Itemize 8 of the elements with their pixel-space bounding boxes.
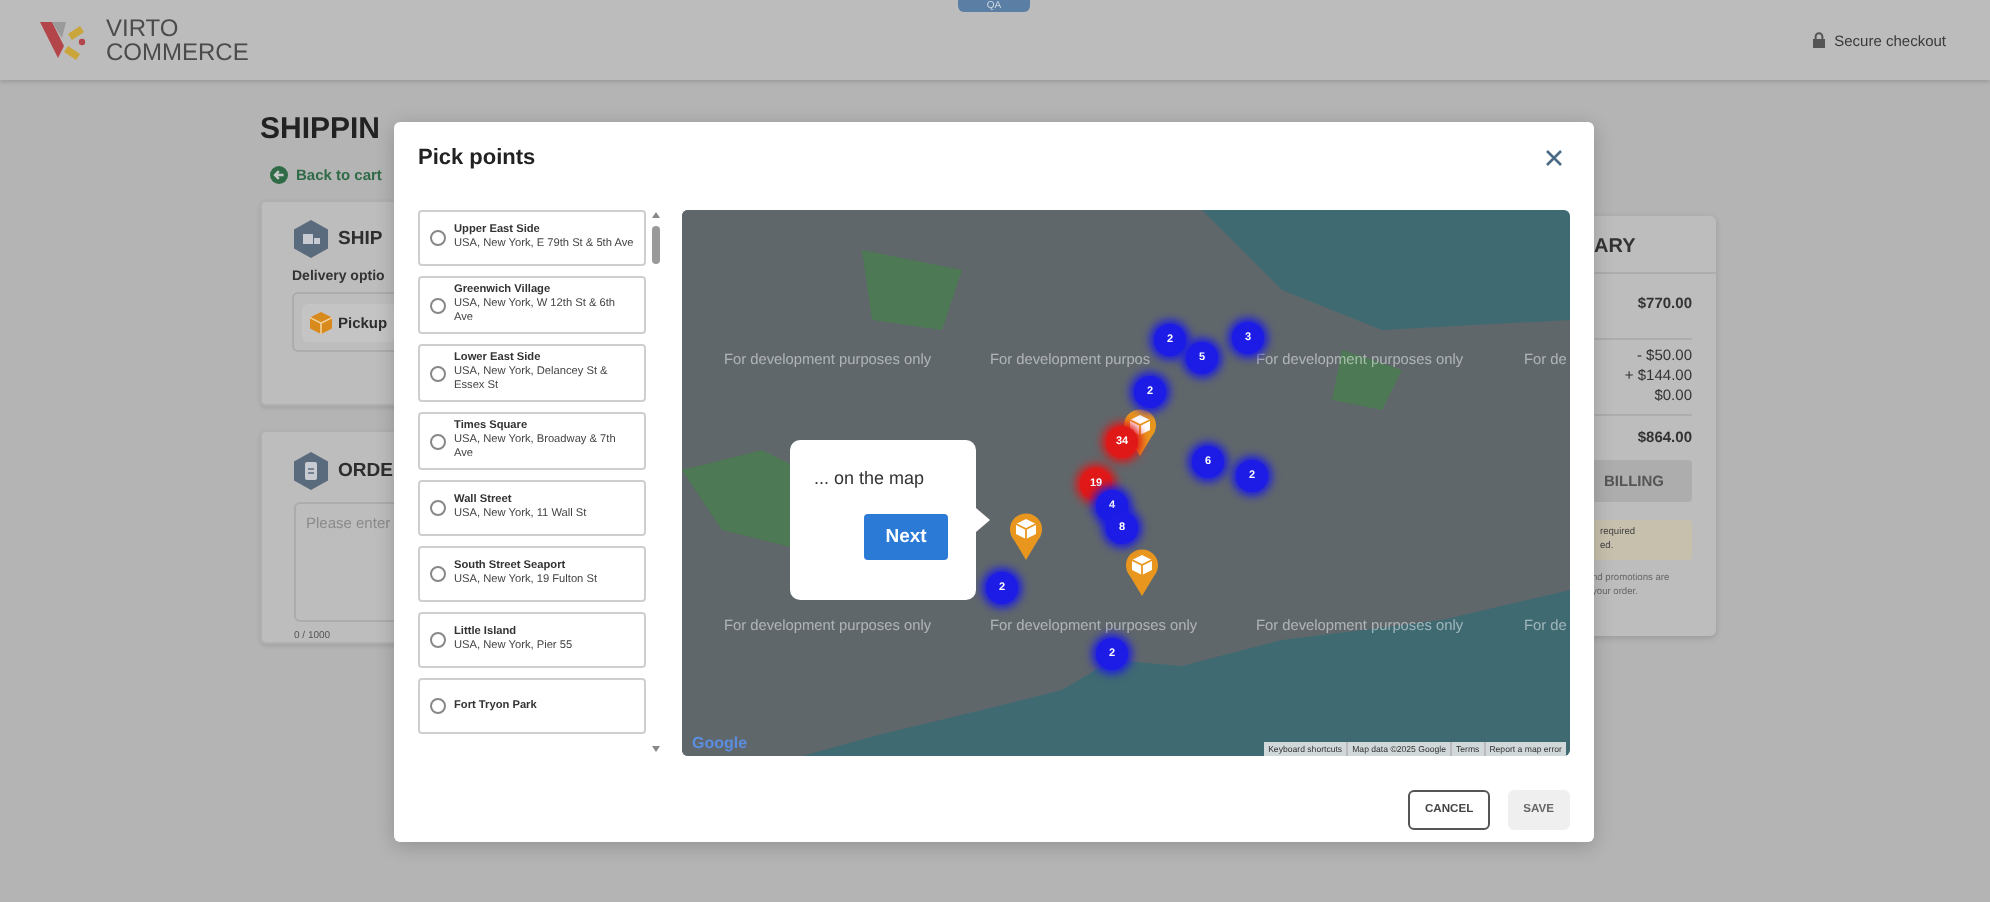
logo-text: VIRTO: [106, 16, 181, 40]
section-heading: ORDE: [338, 460, 393, 482]
tour-text: ... on the map: [814, 468, 927, 488]
page-title: SHIPPIN: [260, 112, 383, 148]
logo-text: COMMERCE: [106, 40, 249, 64]
section-heading: SHIP: [338, 228, 383, 250]
dialog-title: Pick points: [418, 146, 536, 170]
map-logo: Google: [692, 734, 748, 752]
